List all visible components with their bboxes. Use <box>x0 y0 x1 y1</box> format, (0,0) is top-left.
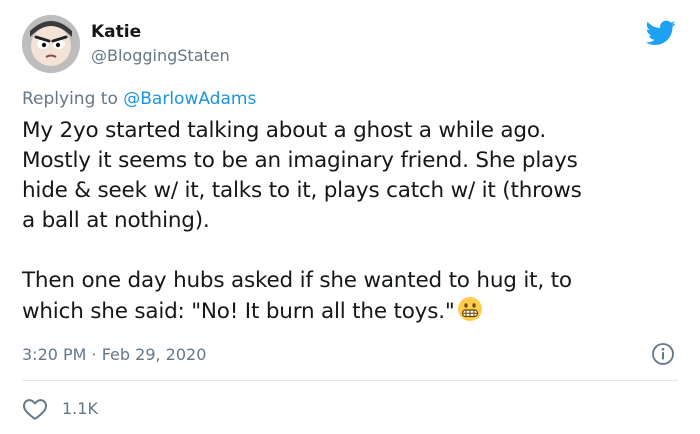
tweet-line: My 2yo started talking about a ghost a w… <box>22 118 547 143</box>
tweet-text: My 2yo started talking about a ghost a w… <box>22 116 682 327</box>
heart-icon[interactable] <box>22 396 48 422</box>
avatar-image <box>22 15 80 73</box>
author-handle[interactable]: @BloggingStaten <box>91 46 230 66</box>
reply-context: Replying to @BarlowAdams <box>22 88 256 110</box>
tweet-timestamp[interactable]: 3:20 PM · Feb 29, 2020 <box>22 344 206 366</box>
paragraph-break <box>22 236 682 266</box>
tweet-line-with-emoji: which she said: "No! It burn all the toy… <box>22 296 682 327</box>
twitter-bird-icon[interactable] <box>646 20 676 46</box>
like-count: 1.1K <box>62 399 98 418</box>
author-name[interactable]: Katie <box>91 22 141 42</box>
reply-mention-link[interactable]: @BarlowAdams <box>123 89 256 109</box>
info-icon[interactable] <box>651 342 675 366</box>
grimacing-face-emoji <box>457 297 482 321</box>
reply-prefix: Replying to <box>22 89 124 109</box>
divider <box>22 380 678 381</box>
tweet-line: Then one day hubs asked if she wanted to… <box>22 268 572 293</box>
tweet-card: Katie @BloggingStaten Replying to @Barlo… <box>0 0 700 434</box>
avatar[interactable] <box>22 15 80 73</box>
tweet-line: hide & seek w/ it, talks to it, plays ca… <box>22 178 582 203</box>
tweet-line: a ball at nothing). <box>22 208 210 233</box>
tweet-line: Mostly it seems to be an imaginary frien… <box>22 148 578 173</box>
tweet-line-text: which she said: "No! It burn all the toy… <box>22 299 455 324</box>
